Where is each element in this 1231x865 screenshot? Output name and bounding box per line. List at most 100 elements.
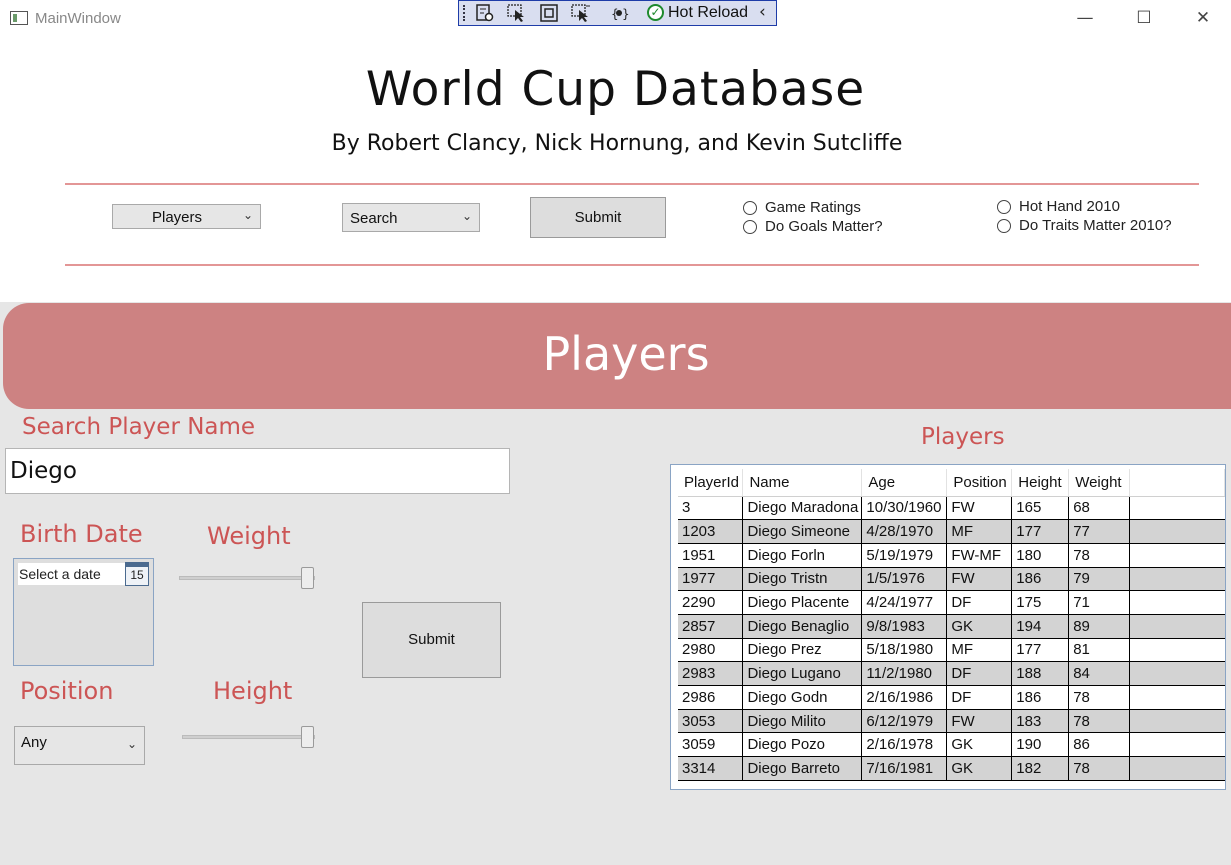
select-element-icon[interactable]	[507, 4, 527, 22]
table-cell[interactable]: 78	[1068, 685, 1131, 710]
table-cell[interactable]: 89	[1068, 614, 1131, 639]
table-cell[interactable]: FW	[946, 496, 1013, 521]
table-cell[interactable]: 2/16/1986	[861, 685, 948, 710]
column-header[interactable]: PlayerId	[678, 469, 744, 497]
column-header[interactable]: Age	[861, 469, 948, 497]
table-row[interactable]: 2983 Diego Lugano 11/2/1980 DF 188 84	[678, 661, 1225, 686]
table-cell[interactable]: 175	[1011, 590, 1070, 615]
hot-reload-label[interactable]: Hot Reload	[668, 4, 748, 22]
table-row[interactable]: 3059 Diego Pozo 2/16/1978 GK 190 86	[678, 732, 1225, 758]
table-cell[interactable]: 71	[1068, 590, 1131, 615]
table-cell[interactable]: GK	[946, 614, 1013, 639]
table-cell[interactable]: 5/19/1979	[861, 543, 948, 568]
table-cell[interactable]: Diego Maradona	[742, 496, 863, 521]
table-cell[interactable]: DF	[946, 685, 1013, 710]
table-cell[interactable]: 3314	[678, 756, 744, 781]
table-cell[interactable]: 183	[1011, 709, 1070, 734]
column-header[interactable]: Weight	[1068, 469, 1131, 497]
table-cell[interactable]: 2986	[678, 685, 744, 710]
table-select[interactable]: Players ⌄	[112, 204, 261, 229]
table-cell[interactable]: 1977	[678, 567, 744, 592]
toolbar-grip-icon[interactable]	[463, 5, 466, 21]
collapse-toolbar-icon[interactable]: ‹	[759, 2, 766, 22]
maximize-button[interactable]: ☐	[1121, 4, 1167, 32]
table-cell[interactable]: Diego Barreto	[742, 756, 863, 781]
table-cell[interactable]: Diego Pozo	[742, 732, 863, 758]
table-row[interactable]: 3 Diego Maradona 10/30/1960 FW 165 68	[678, 496, 1225, 521]
table-cell[interactable]: Diego Benaglio	[742, 614, 863, 639]
table-row[interactable]: 2857 Diego Benaglio 9/8/1983 GK 194 89	[678, 614, 1225, 639]
table-cell[interactable]: 86	[1068, 732, 1131, 758]
table-row[interactable]: 1203 Diego Simeone 4/28/1970 MF 177 77	[678, 519, 1225, 544]
table-cell[interactable]: 177	[1011, 638, 1070, 663]
table-cell[interactable]: Diego Forln	[742, 543, 863, 568]
table-cell[interactable]: 2/16/1978	[861, 732, 948, 758]
track-focus-icon[interactable]	[571, 4, 591, 22]
close-button[interactable]: ✕	[1180, 4, 1226, 32]
table-cell[interactable]: 68	[1068, 496, 1131, 521]
table-cell[interactable]: 1/5/1976	[861, 567, 948, 592]
table-cell[interactable]: Diego Tristn	[742, 567, 863, 592]
table-cell[interactable]: 5/18/1980	[861, 638, 948, 663]
table-cell[interactable]: Diego Simeone	[742, 519, 863, 544]
table-cell[interactable]: 190	[1011, 732, 1070, 758]
table-cell[interactable]: 1203	[678, 519, 744, 544]
table-cell[interactable]: 2980	[678, 638, 744, 663]
table-cell[interactable]: 10/30/1960	[861, 496, 948, 521]
table-cell[interactable]: 177	[1011, 519, 1070, 544]
table-cell[interactable]: 186	[1011, 685, 1070, 710]
table-cell[interactable]: MF	[946, 638, 1013, 663]
table-cell[interactable]: 7/16/1981	[861, 756, 948, 781]
position-select[interactable]: Any ⌄	[14, 726, 145, 765]
table-cell[interactable]: 78	[1068, 756, 1131, 781]
table-cell[interactable]: 4/24/1977	[861, 590, 948, 615]
table-cell[interactable]: 194	[1011, 614, 1070, 639]
column-header[interactable]: Position	[946, 469, 1013, 497]
table-cell[interactable]: MF	[946, 519, 1013, 544]
table-cell[interactable]: Diego Lugano	[742, 661, 863, 686]
display-layout-adorners-icon[interactable]	[539, 4, 559, 22]
header-submit-button[interactable]: Submit	[530, 197, 666, 238]
table-cell[interactable]: FW-MF	[946, 543, 1013, 568]
table-cell[interactable]: 165	[1011, 496, 1070, 521]
table-cell[interactable]: 182	[1011, 756, 1070, 781]
table-row[interactable]: 2986 Diego Godn 2/16/1986 DF 186 78	[678, 685, 1225, 710]
table-row[interactable]: 1951 Diego Forln 5/19/1979 FW-MF 180 78	[678, 543, 1225, 568]
table-cell[interactable]: 79	[1068, 567, 1131, 592]
table-cell[interactable]: 3053	[678, 709, 744, 734]
table-cell[interactable]: 2983	[678, 661, 744, 686]
table-row[interactable]: 2980 Diego Prez 5/18/1980 MF 177 81	[678, 638, 1225, 663]
table-cell[interactable]: 81	[1068, 638, 1131, 663]
slider-thumb[interactable]	[301, 726, 314, 748]
table-cell[interactable]: 2857	[678, 614, 744, 639]
table-cell[interactable]: DF	[946, 590, 1013, 615]
table-cell[interactable]: Diego Placente	[742, 590, 863, 615]
filter-submit-button[interactable]: Submit	[362, 602, 501, 678]
table-cell[interactable]: 3	[678, 496, 744, 521]
minimize-button[interactable]: —	[1062, 4, 1108, 32]
birth-date-input[interactable]: Select a date 15	[18, 562, 149, 586]
table-cell[interactable]: DF	[946, 661, 1013, 686]
table-row[interactable]: 3053 Diego Milito 6/12/1979 FW 183 78	[678, 709, 1225, 734]
table-cell[interactable]: 180	[1011, 543, 1070, 568]
table-cell[interactable]: 188	[1011, 661, 1070, 686]
table-row[interactable]: 3314 Diego Barreto 7/16/1981 GK 182 78	[678, 756, 1225, 781]
table-cell[interactable]: FW	[946, 567, 1013, 592]
mode-select[interactable]: Search ⌄	[342, 203, 480, 232]
table-cell[interactable]: 78	[1068, 543, 1131, 568]
table-cell[interactable]: 2290	[678, 590, 744, 615]
search-name-input[interactable]: Diego	[5, 448, 510, 494]
table-cell[interactable]: 77	[1068, 519, 1131, 544]
binding-failures-icon[interactable]: {}	[609, 4, 630, 22]
calendar-icon[interactable]: 15	[125, 562, 149, 586]
weight-slider[interactable]	[179, 567, 315, 589]
column-header[interactable]: Name	[742, 469, 863, 497]
table-cell[interactable]: Diego Milito	[742, 709, 863, 734]
table-cell[interactable]: GK	[946, 732, 1013, 758]
table-row[interactable]: 2290 Diego Placente 4/24/1977 DF 175 71	[678, 590, 1225, 615]
table-cell[interactable]: Diego Prez	[742, 638, 863, 663]
table-cell[interactable]: 4/28/1970	[861, 519, 948, 544]
height-slider[interactable]	[182, 726, 315, 748]
table-cell[interactable]: 9/8/1983	[861, 614, 948, 639]
table-cell[interactable]: 6/12/1979	[861, 709, 948, 734]
